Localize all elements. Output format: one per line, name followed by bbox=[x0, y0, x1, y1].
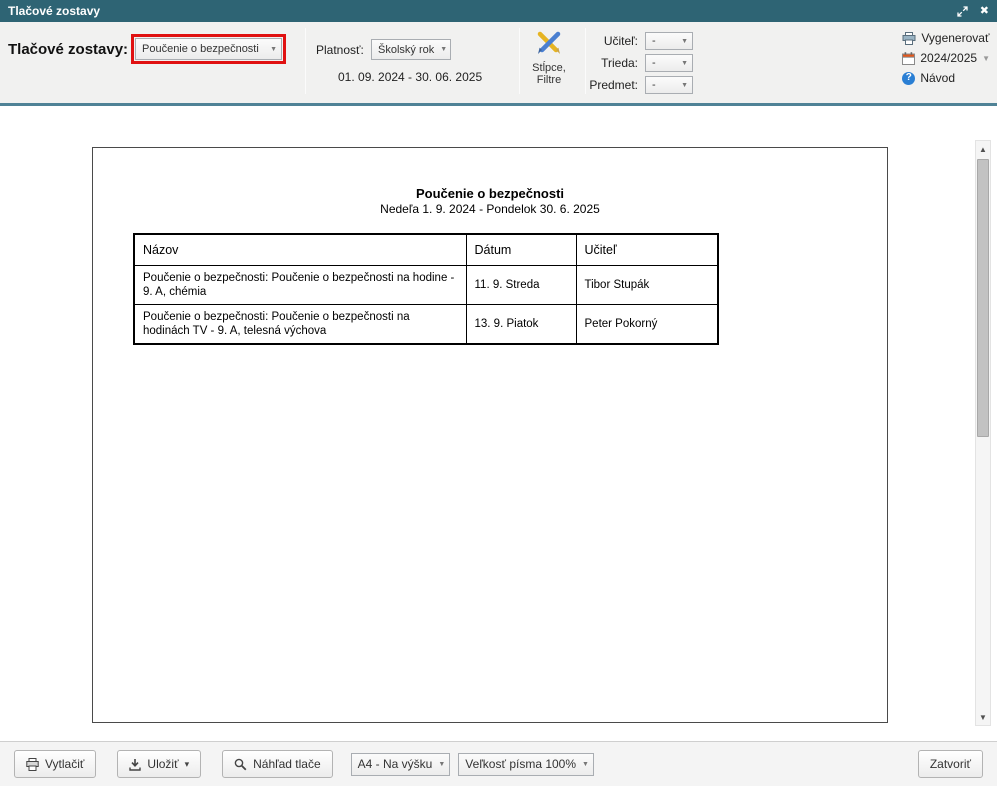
column-header-teacher: Učiteľ bbox=[576, 234, 718, 266]
window-title: Tlačové zostavy bbox=[8, 4, 100, 18]
cell-date: 11. 9. Streda bbox=[466, 266, 576, 305]
close-icon[interactable]: ✖ bbox=[980, 6, 989, 17]
scroll-up-icon[interactable]: ▲ bbox=[976, 141, 990, 157]
teacher-filter-select[interactable]: - ▼ bbox=[645, 32, 693, 50]
print-label: Vytlačiť bbox=[45, 757, 84, 771]
report-table: Názov Dátum Učiteľ Poučenie o bezpečnost… bbox=[133, 233, 719, 345]
font-size-value: Veľkosť písma 100% bbox=[465, 757, 576, 771]
save-button[interactable]: Uložiť ▾ bbox=[117, 750, 201, 778]
report-picker-label: Tlačové zostavy: bbox=[8, 41, 128, 58]
vertical-scrollbar[interactable]: ▲ ▼ bbox=[975, 140, 991, 726]
help-button[interactable]: ? Návod bbox=[902, 71, 955, 85]
table-row: Poučenie o bezpečnosti: Poučenie o bezpe… bbox=[134, 266, 718, 305]
font-size-select[interactable]: Veľkosť písma 100% ▼ bbox=[458, 753, 594, 776]
subject-filter-value: - bbox=[652, 79, 656, 91]
report-select-value: Poučenie o bezpečnosti bbox=[142, 43, 259, 55]
document-title: Poučenie o bezpečnosti bbox=[93, 186, 887, 201]
dropdown-arrow-icon: ▼ bbox=[982, 54, 990, 63]
school-year-select[interactable]: 2024/2025 ▼ bbox=[902, 51, 990, 65]
dropdown-arrow-icon: ▼ bbox=[681, 60, 688, 67]
print-preview-label: Náhľad tlače bbox=[253, 757, 321, 771]
help-label: Návod bbox=[920, 71, 955, 85]
subject-filter-label: Predmet: bbox=[588, 78, 638, 92]
validity-select[interactable]: Školský rok ▼ bbox=[371, 39, 451, 60]
cell-name: Poučenie o bezpečnosti: Poučenie o bezpe… bbox=[134, 305, 466, 345]
validity-date-range: 01. 09. 2024 - 30. 06. 2025 bbox=[338, 70, 482, 84]
preview-area: Poučenie o bezpečnosti Nedeľa 1. 9. 2024… bbox=[0, 109, 997, 741]
printer-icon bbox=[902, 32, 916, 45]
dropdown-arrow-icon: ▼ bbox=[270, 46, 277, 53]
print-button[interactable]: Vytlačiť bbox=[14, 750, 96, 778]
validity-label: Platnosť: bbox=[316, 43, 364, 57]
cell-date: 13. 9. Piatok bbox=[466, 305, 576, 345]
dropdown-arrow-icon: ▼ bbox=[681, 38, 688, 45]
cell-name: Poučenie o bezpečnosti: Poučenie o bezpe… bbox=[134, 266, 466, 305]
toolbar-right-actions: Vygenerovať 2024/2025 ▼ ? Návod bbox=[902, 31, 990, 85]
table-header-row: Názov Dátum Učiteľ bbox=[134, 234, 718, 266]
columns-filters-label: Stĺpce, Filtre bbox=[520, 62, 578, 86]
dropdown-arrow-icon: ▼ bbox=[681, 82, 688, 89]
printer-icon bbox=[26, 758, 39, 771]
caret-down-icon: ▾ bbox=[185, 759, 190, 770]
footer-toolbar: Vytlačiť Uložiť ▾ Náhľad tlače bbox=[0, 741, 997, 786]
maximize-icon[interactable] bbox=[957, 6, 968, 17]
report-select[interactable]: Poučenie o bezpečnosti ▼ bbox=[135, 38, 282, 60]
download-icon bbox=[129, 758, 141, 771]
generate-button[interactable]: Vygenerovať bbox=[902, 31, 989, 45]
save-label: Uložiť bbox=[147, 757, 178, 771]
class-filter-value: - bbox=[652, 57, 656, 69]
cell-teacher: Tibor Stupák bbox=[576, 266, 718, 305]
toolbar-divider bbox=[585, 28, 586, 94]
table-row: Poučenie o bezpečnosti: Poučenie o bezpe… bbox=[134, 305, 718, 345]
paper-format-select[interactable]: A4 - Na výšku ▼ bbox=[351, 753, 451, 776]
toolbar: Tlačové zostavy: Poučenie o bezpečnosti … bbox=[0, 22, 997, 106]
column-header-date: Dátum bbox=[466, 234, 576, 266]
toolbar-divider bbox=[305, 28, 306, 94]
teacher-filter-label: Učiteľ: bbox=[588, 34, 638, 48]
validity-select-value: Školský rok bbox=[378, 44, 434, 56]
print-options-group: A4 - Na výšku ▼ Veľkosť písma 100% ▼ bbox=[351, 753, 594, 776]
columns-filters-button[interactable]: Stĺpce, Filtre bbox=[520, 30, 578, 86]
cell-teacher: Peter Pokorný bbox=[576, 305, 718, 345]
crossed-pencils-icon bbox=[535, 30, 563, 56]
print-reports-window: Tlačové zostavy ✖ Tlačové zostavy: Pouče… bbox=[0, 0, 997, 786]
school-year-value: 2024/2025 bbox=[920, 51, 977, 65]
teacher-filter-value: - bbox=[652, 35, 656, 47]
class-filter-label: Trieda: bbox=[588, 56, 638, 70]
dropdown-arrow-icon: ▼ bbox=[440, 46, 447, 53]
dropdown-arrow-icon: ▼ bbox=[438, 761, 445, 768]
class-filter-select[interactable]: - ▼ bbox=[645, 54, 693, 72]
help-icon: ? bbox=[902, 72, 915, 85]
scrollbar-thumb[interactable] bbox=[977, 159, 989, 437]
column-header-name: Názov bbox=[134, 234, 466, 266]
paper-format-value: A4 - Na výšku bbox=[358, 757, 433, 771]
generate-label: Vygenerovať bbox=[921, 31, 989, 45]
titlebar: Tlačové zostavy ✖ bbox=[0, 0, 997, 22]
print-preview-button[interactable]: Náhľad tlače bbox=[222, 750, 333, 778]
subject-filter-select[interactable]: - ▼ bbox=[645, 76, 693, 94]
calendar-icon bbox=[902, 52, 915, 65]
close-dialog-label: Zatvoriť bbox=[930, 757, 971, 771]
dropdown-arrow-icon: ▼ bbox=[582, 761, 589, 768]
magnifier-icon bbox=[234, 758, 247, 771]
scroll-down-icon[interactable]: ▼ bbox=[976, 709, 990, 725]
document-page: Poučenie o bezpečnosti Nedeľa 1. 9. 2024… bbox=[92, 147, 888, 723]
document-period: Nedeľa 1. 9. 2024 - Pondelok 30. 6. 2025 bbox=[93, 202, 887, 216]
report-highlight-box: Poučenie o bezpečnosti ▼ bbox=[131, 34, 286, 64]
filters-group: Učiteľ: - ▼ Trieda: - ▼ Predmet: - ▼ bbox=[588, 32, 693, 98]
close-dialog-button[interactable]: Zatvoriť bbox=[918, 750, 983, 778]
